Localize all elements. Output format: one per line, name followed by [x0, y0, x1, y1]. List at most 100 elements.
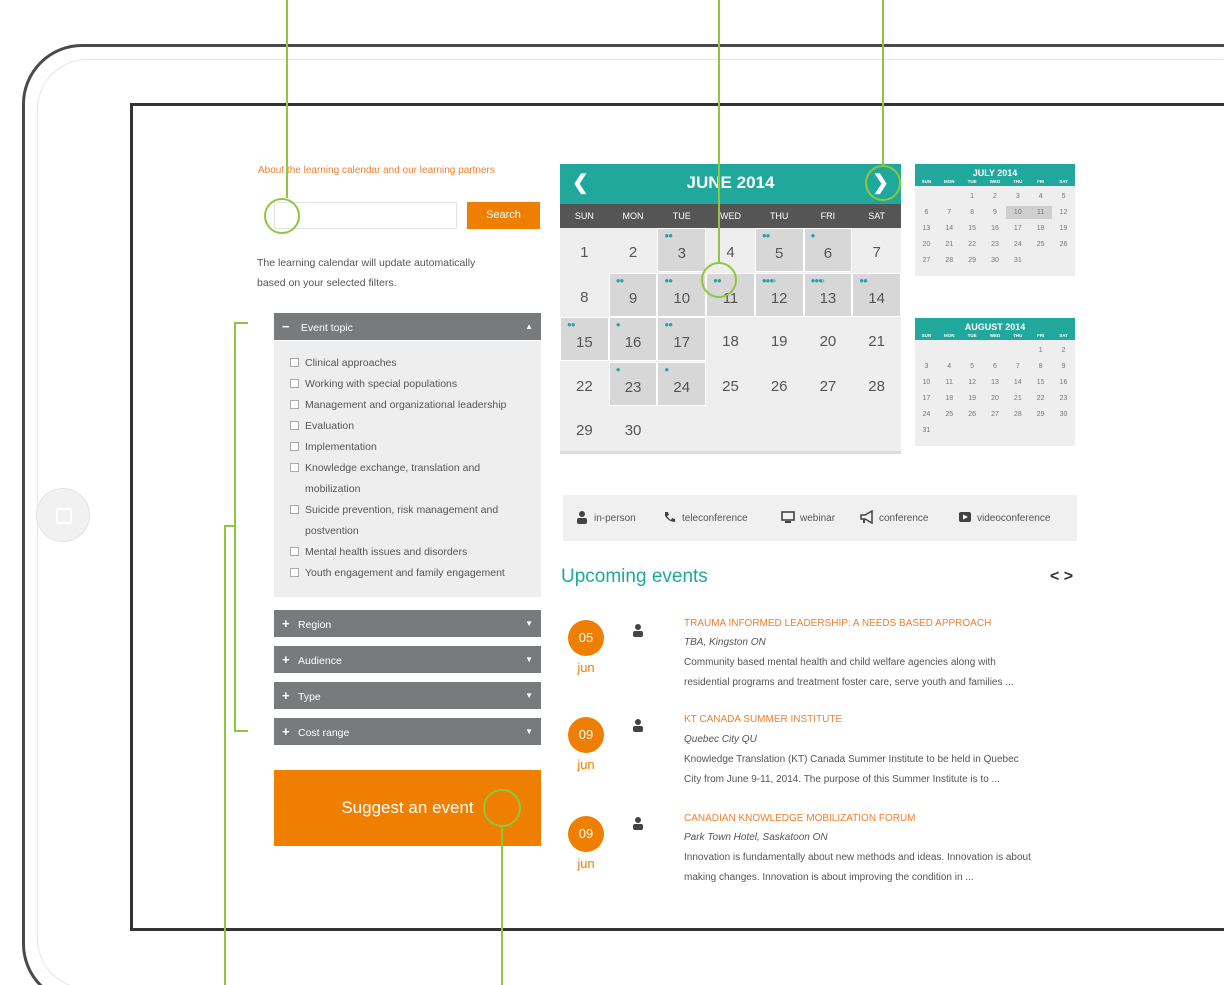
- calendar-day[interactable]: 26: [755, 362, 804, 406]
- calendar-day[interactable]: 28: [852, 362, 901, 406]
- mini-calendar-day[interactable]: 17: [915, 392, 938, 405]
- calendar-day[interactable]: 22: [560, 362, 609, 406]
- mini-calendar-day[interactable]: 15: [961, 222, 984, 235]
- mini-calendar-day[interactable]: 13: [915, 222, 938, 235]
- mini-calendar-day[interactable]: 25: [938, 408, 961, 421]
- mini-calendar-day[interactable]: 10: [1006, 206, 1030, 219]
- calendar-day[interactable]: 25: [706, 362, 755, 406]
- mini-calendar-day[interactable]: 20: [915, 238, 938, 251]
- event-topic-header[interactable]: − Event topic ▲: [274, 313, 541, 340]
- topic-item[interactable]: Implementation: [290, 437, 535, 458]
- mini-calendar-day[interactable]: 26: [1052, 238, 1075, 251]
- mini-calendar-day[interactable]: 27: [915, 254, 938, 267]
- search-input[interactable]: [274, 202, 457, 229]
- mini-calendar-day[interactable]: 14: [1006, 376, 1029, 389]
- mini-calendar-day[interactable]: 3: [1006, 190, 1029, 203]
- about-link[interactable]: About the learning calendar and our lear…: [258, 165, 495, 176]
- mini-calendar-day[interactable]: 7: [1006, 360, 1029, 373]
- calendar-day[interactable]: 10 ●●: [657, 272, 707, 317]
- mini-calendar-day[interactable]: 11: [1029, 206, 1053, 219]
- mini-calendar-day[interactable]: 5: [1052, 190, 1075, 203]
- mini-calendar-day[interactable]: 18: [938, 392, 961, 405]
- mini-calendar-day[interactable]: 6: [915, 206, 938, 219]
- mini-calendar-day[interactable]: 20: [984, 392, 1007, 405]
- calendar-day[interactable]: 16 ●: [608, 317, 658, 362]
- mini-calendar-day[interactable]: 18: [1029, 222, 1052, 235]
- mini-calendar-day[interactable]: 9: [1052, 360, 1075, 373]
- mini-calendar-day[interactable]: 12: [1052, 206, 1075, 219]
- mini-calendar-day[interactable]: 7: [938, 206, 961, 219]
- filter-cost-range[interactable]: + Cost range ▼: [274, 718, 541, 745]
- topic-item[interactable]: Management and organizational leadership: [290, 395, 535, 416]
- next-events-icon[interactable]: >: [1064, 568, 1073, 585]
- mini-calendar-day[interactable]: 9: [984, 206, 1007, 219]
- checkbox[interactable]: [290, 463, 299, 472]
- mini-calendar-day[interactable]: 1: [1029, 344, 1052, 357]
- filter-region[interactable]: + Region ▼: [274, 610, 541, 637]
- checkbox[interactable]: [290, 379, 299, 388]
- checkbox[interactable]: [290, 442, 299, 451]
- filter-audience[interactable]: + Audience ▼: [274, 646, 541, 673]
- mini-calendar-day[interactable]: 21: [1006, 392, 1029, 405]
- topic-item[interactable]: Youth engagement and family engagement: [290, 563, 535, 584]
- calendar-day[interactable]: 1: [560, 228, 609, 272]
- checkbox[interactable]: [290, 358, 299, 367]
- prev-events-icon[interactable]: <: [1050, 568, 1059, 585]
- mini-calendar-day[interactable]: 5: [961, 360, 984, 373]
- mini-calendar-day[interactable]: 26: [961, 408, 984, 421]
- mini-calendar-day[interactable]: 23: [984, 238, 1007, 251]
- mini-calendar-day[interactable]: 14: [938, 222, 961, 235]
- calendar-day[interactable]: 27: [804, 362, 853, 406]
- mini-calendar-day[interactable]: 24: [915, 408, 938, 421]
- mini-calendar-day[interactable]: 16: [1052, 376, 1075, 389]
- mini-calendar-day[interactable]: 30: [984, 254, 1007, 267]
- calendar-day[interactable]: 18: [706, 317, 755, 361]
- mini-calendar-day[interactable]: 19: [1052, 222, 1075, 235]
- mini-calendar-day[interactable]: 24: [1006, 238, 1029, 251]
- calendar-day[interactable]: 15 ●●: [560, 317, 609, 362]
- topic-item[interactable]: Mental health issues and disorders: [290, 542, 535, 563]
- mini-calendar-day[interactable]: 17: [1006, 222, 1029, 235]
- topic-item[interactable]: Evaluation: [290, 416, 535, 437]
- checkbox[interactable]: [290, 421, 299, 430]
- mini-calendar-day[interactable]: 23: [1052, 392, 1075, 405]
- calendar-day[interactable]: 6 ●: [803, 228, 853, 272]
- topic-item[interactable]: Suicide prevention, risk management and p…: [290, 500, 535, 542]
- topic-item[interactable]: Working with special populations: [290, 374, 535, 395]
- calendar-day[interactable]: 13 ●●●›: [803, 272, 853, 317]
- calendar-day[interactable]: 21: [852, 317, 901, 361]
- calendar-day[interactable]: 24 ●: [657, 361, 707, 406]
- calendar-day[interactable]: 17 ●●: [657, 317, 707, 362]
- event-title-link[interactable]: CANADIAN KNOWLEDGE MOBILIZATION FORUM: [684, 813, 916, 824]
- calendar-day[interactable]: 9 ●●: [608, 272, 658, 317]
- calendar-day[interactable]: 19: [755, 317, 804, 361]
- mini-calendar-day[interactable]: 22: [1029, 392, 1052, 405]
- event-title-link[interactable]: KT CANADA SUMMER INSTITUTE: [684, 714, 842, 725]
- mini-calendar-day[interactable]: 8: [1029, 360, 1052, 373]
- mini-calendar-day[interactable]: 2: [984, 190, 1007, 203]
- mini-calendar-day[interactable]: 4: [1029, 190, 1052, 203]
- mini-calendar-day[interactable]: 11: [938, 376, 961, 389]
- checkbox[interactable]: [290, 568, 299, 577]
- checkbox[interactable]: [290, 547, 299, 556]
- calendar-day[interactable]: 2: [609, 228, 658, 272]
- calendar-day[interactable]: 29: [560, 406, 609, 450]
- mini-calendar-day[interactable]: 16: [984, 222, 1007, 235]
- home-button[interactable]: [36, 488, 90, 542]
- mini-calendar-day[interactable]: 10: [915, 376, 938, 389]
- mini-calendar-day[interactable]: 1: [961, 190, 984, 203]
- mini-calendar-day[interactable]: 22: [961, 238, 984, 251]
- mini-calendar-day[interactable]: 3: [915, 360, 938, 373]
- mini-calendar-day[interactable]: 28: [938, 254, 961, 267]
- mini-calendar-day[interactable]: 28: [1006, 408, 1029, 421]
- mini-calendar-day[interactable]: 29: [961, 254, 984, 267]
- mini-calendar-day[interactable]: 8: [961, 206, 984, 219]
- calendar-day[interactable]: 8: [560, 273, 609, 317]
- mini-calendar-day[interactable]: 31: [915, 424, 938, 437]
- calendar-day[interactable]: 14 ●●: [852, 272, 901, 317]
- calendar-day[interactable]: 7: [852, 228, 901, 272]
- checkbox[interactable]: [290, 400, 299, 409]
- mini-calendar-day[interactable]: 31: [1006, 254, 1029, 267]
- calendar-day[interactable]: 3 ●●: [657, 228, 707, 272]
- mini-calendar-day[interactable]: 2: [1052, 344, 1075, 357]
